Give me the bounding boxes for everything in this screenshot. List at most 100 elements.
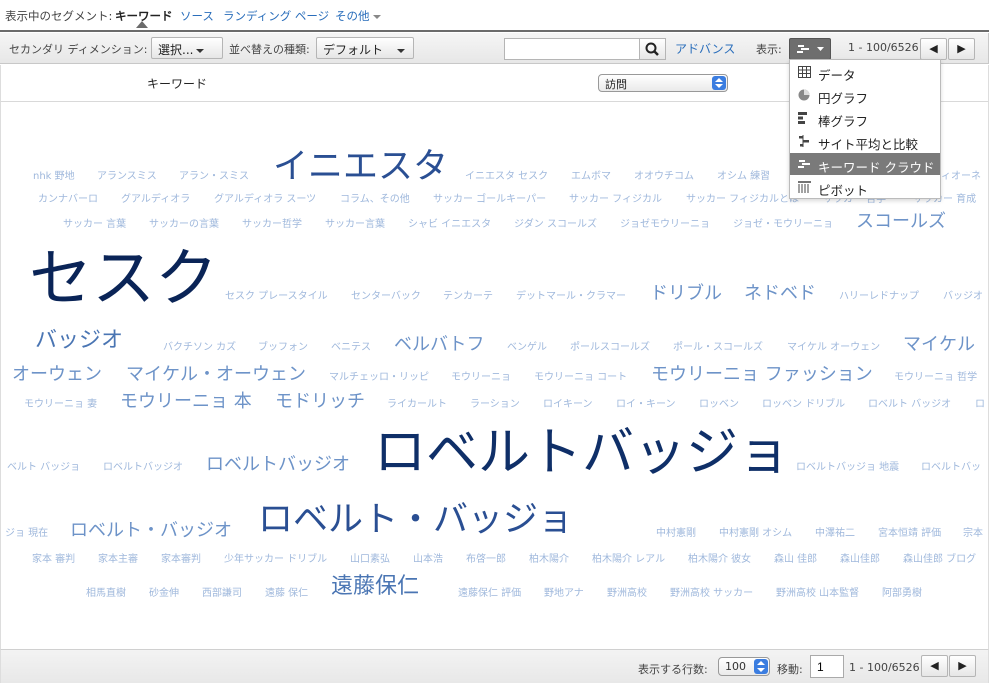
next-page-button[interactable]: ▶ xyxy=(948,38,975,60)
cloud-keyword[interactable]: 森山 佳郎 xyxy=(774,555,817,565)
cloud-keyword[interactable]: ベニテス xyxy=(331,343,371,353)
view-selector-button[interactable] xyxy=(789,38,831,60)
cloud-keyword[interactable]: 相馬直樹 xyxy=(86,589,126,599)
cloud-keyword[interactable]: オシム 練習 xyxy=(717,172,770,182)
cloud-keyword[interactable]: コラム、その他 xyxy=(340,195,410,205)
cloud-keyword[interactable]: 宗本 xyxy=(963,529,983,539)
cloud-keyword[interactable]: 宮本恒靖 評価 xyxy=(878,529,941,539)
cloud-keyword[interactable]: 西部謙司 xyxy=(202,589,242,599)
cloud-keyword[interactable]: 家本 審判 xyxy=(32,555,75,565)
cloud-keyword[interactable]: ハリーレドナップ xyxy=(839,292,919,302)
cloud-keyword[interactable]: バッジオ xyxy=(35,330,123,352)
cloud-keyword[interactable]: ベルト バッジョ xyxy=(7,463,80,473)
cloud-keyword[interactable]: ベルバトフ xyxy=(394,336,485,354)
cloud-keyword[interactable]: 阿部勇樹 xyxy=(882,589,922,599)
cloud-keyword[interactable]: ロイ・キーン xyxy=(616,400,676,410)
cloud-keyword[interactable]: 柏木陽介 彼女 xyxy=(688,555,751,565)
cloud-keyword[interactable]: デットマール・クラマー xyxy=(516,292,626,302)
view-menu-item-data[interactable]: データ xyxy=(790,61,940,83)
cloud-keyword[interactable]: 野地アナ xyxy=(544,589,584,599)
cloud-keyword[interactable]: ラーション xyxy=(470,400,520,410)
cloud-keyword[interactable]: モウリーニョ ファッション xyxy=(651,366,873,384)
cloud-keyword[interactable]: ジョゼ・モウリーニョ xyxy=(733,220,833,230)
view-menu-item-pivot[interactable]: ピボット xyxy=(790,176,940,198)
cloud-keyword[interactable]: サッカー フィジカル xyxy=(569,195,662,205)
cloud-keyword[interactable]: モウリーニョ 本 xyxy=(120,393,252,411)
cloud-keyword[interactable]: 野洲高校 山本監督 xyxy=(776,589,859,599)
cloud-keyword[interactable]: グアルディオラ xyxy=(121,195,190,205)
search-button[interactable] xyxy=(639,38,666,60)
cloud-keyword[interactable]: シャビ イニエスタ xyxy=(408,220,491,230)
cloud-keyword[interactable]: サッカー 言葉 xyxy=(63,220,126,230)
cloud-keyword[interactable]: アランスミス xyxy=(97,172,157,182)
cloud-keyword[interactable]: 少年サッカー ドリブル xyxy=(224,555,327,565)
cloud-keyword[interactable]: ロベルト・バッジョ xyxy=(258,503,573,538)
cloud-keyword[interactable]: ジダン スコールズ xyxy=(514,220,597,230)
cloud-keyword[interactable]: イニエスタ xyxy=(273,150,448,185)
cloud-keyword[interactable]: 山本浩 xyxy=(413,555,443,565)
cloud-keyword[interactable]: ロッベン xyxy=(699,400,739,410)
cloud-keyword[interactable]: セスク xyxy=(29,247,218,310)
search-input[interactable] xyxy=(504,38,640,60)
cloud-keyword[interactable]: モドリッチ xyxy=(275,393,365,411)
cloud-keyword[interactable]: マイケル・オーウェン xyxy=(126,366,306,384)
cloud-keyword[interactable]: サッカー フィジカルとは xyxy=(686,195,799,205)
cloud-keyword[interactable]: 野洲高校 xyxy=(607,589,647,599)
goto-page-input[interactable] xyxy=(810,655,844,678)
cloud-keyword[interactable]: 中澤祐二 xyxy=(815,529,855,539)
cloud-keyword[interactable]: セスク プレースタイル xyxy=(225,292,328,302)
cloud-keyword[interactable]: 柏木陽介 xyxy=(529,555,569,565)
cloud-keyword[interactable]: スコールズ xyxy=(856,213,946,231)
cloud-keyword[interactable]: 山口素弘 xyxy=(350,555,390,565)
cloud-keyword[interactable]: マイケル オーウェン xyxy=(787,343,880,353)
cloud-keyword[interactable]: 中村憲剛 オシム xyxy=(719,529,792,539)
metric-select[interactable]: 訪問 xyxy=(598,74,728,92)
cloud-keyword[interactable]: ロベルトバッジョ 地震 xyxy=(796,463,899,473)
cloud-keyword[interactable]: ロベルトバッジョ xyxy=(374,427,790,479)
cloud-keyword[interactable]: ロイキーン xyxy=(543,400,593,410)
cloud-keyword[interactable]: ドリブル xyxy=(650,285,722,303)
cloud-keyword[interactable]: モウリーニョ 妻 xyxy=(24,400,97,410)
cloud-keyword[interactable]: モウリーニョ コート xyxy=(534,373,627,383)
cloud-keyword[interactable]: カンナバーロ xyxy=(38,195,98,205)
advanced-search-link[interactable]: アドバンス xyxy=(675,40,735,57)
cloud-keyword[interactable]: ブッフォン xyxy=(258,343,308,353)
cloud-keyword[interactable]: 遠藤保仁 xyxy=(331,576,419,598)
view-menu-item-pie-chart[interactable]: 円グラフ xyxy=(790,84,940,106)
cloud-keyword[interactable]: ロベルトバッジオ xyxy=(103,463,183,473)
view-menu-item-keyword-cloud[interactable]: キーワード クラウド xyxy=(790,153,940,175)
cloud-keyword[interactable]: ポール・スコールズ xyxy=(673,343,763,353)
cloud-keyword[interactable]: 森山佳郎 ブログ xyxy=(903,555,976,565)
cloud-keyword[interactable]: サッカー ゴールキーパー xyxy=(433,195,546,205)
cloud-keyword[interactable]: マルチェッロ・リッピ xyxy=(329,373,429,383)
cloud-keyword[interactable]: エムボマ xyxy=(571,172,611,182)
cloud-keyword[interactable]: ジョゼモウリーニョ xyxy=(620,220,710,230)
cloud-keyword[interactable]: オーウェン xyxy=(12,366,102,384)
view-menu-item-bar-chart[interactable]: 棒グラフ xyxy=(790,107,940,129)
cloud-keyword[interactable]: バクチソン カズ xyxy=(163,343,236,353)
cloud-keyword[interactable]: サッカー言葉 xyxy=(325,220,385,230)
segment-tab-source[interactable]: ソース xyxy=(180,8,214,24)
segment-tab-landing-page[interactable]: ランディング ページ xyxy=(223,8,329,24)
cloud-keyword[interactable]: nhk 野地 xyxy=(33,172,75,182)
cloud-keyword[interactable]: ロッベン ドリブル xyxy=(762,400,845,410)
cloud-keyword[interactable]: 布啓一郎 xyxy=(466,555,506,565)
cloud-keyword[interactable]: ジョ 現在 xyxy=(5,529,48,539)
cloud-keyword[interactable]: 家本審判 xyxy=(161,555,201,565)
cloud-keyword[interactable]: サッカー哲学 xyxy=(242,220,302,230)
footer-next-page-button[interactable]: ▶ xyxy=(949,655,976,677)
cloud-keyword[interactable]: センターバック xyxy=(351,292,421,302)
cloud-keyword[interactable]: モウリーニョ 哲学 xyxy=(894,373,977,383)
cloud-keyword[interactable]: ポールスコールズ xyxy=(570,343,650,353)
cloud-keyword[interactable]: ネドベド xyxy=(744,285,816,303)
rows-per-page-select[interactable]: 100 xyxy=(718,657,770,676)
cloud-keyword[interactable]: 遠藤保仁 評価 xyxy=(458,589,521,599)
cloud-keyword[interactable]: 遠藤 保仁 xyxy=(265,589,308,599)
secondary-dimension-select[interactable]: 選択... xyxy=(151,37,223,59)
cloud-keyword[interactable]: グアルディオラ スーツ xyxy=(214,195,316,205)
cloud-keyword[interactable]: 森山佳郎 xyxy=(840,555,880,565)
cloud-keyword[interactable]: 柏木陽介 レアル xyxy=(592,555,665,565)
cloud-keyword[interactable]: 野洲高校 サッカー xyxy=(670,589,753,599)
cloud-keyword[interactable]: サッカーの言葉 xyxy=(149,220,219,230)
cloud-keyword[interactable]: アラン・スミス xyxy=(179,172,249,182)
